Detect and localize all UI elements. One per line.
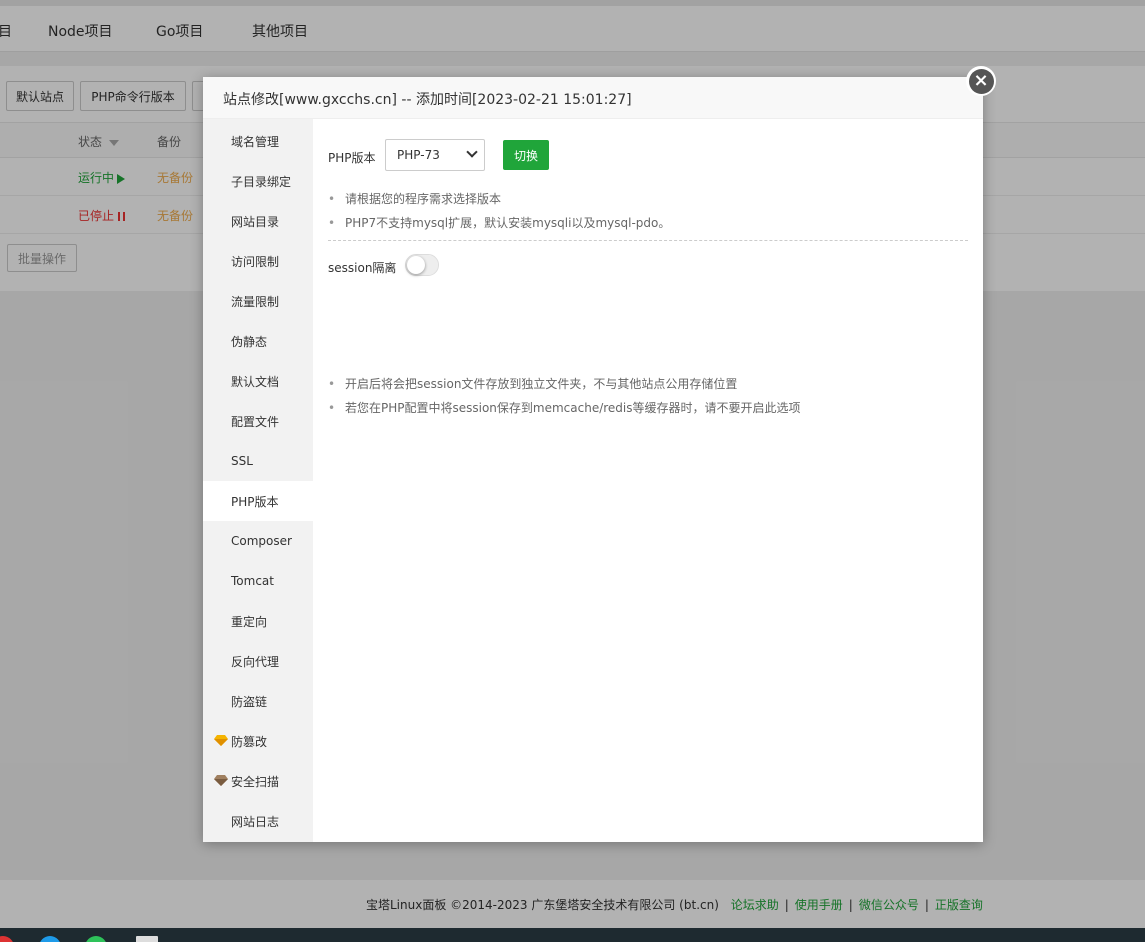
sidebar-item-label: 网站日志 [231, 814, 280, 829]
sidebar-item-label: 域名管理 [231, 134, 280, 149]
php-tips: 请根据您的程序需求选择版本 PHP7不支持mysql扩展，默认安装mysqli以… [328, 187, 670, 235]
sidebar-item-label: 配置文件 [231, 414, 280, 429]
chat-icon[interactable] [85, 936, 107, 942]
session-isolation-toggle[interactable] [405, 254, 439, 276]
sidebar-item-access-limit[interactable]: 访问限制 [203, 241, 313, 281]
sidebar-item-label: Tomcat [231, 574, 274, 588]
divider [328, 240, 968, 241]
sidebar-item-label: PHP版本 [231, 494, 279, 509]
session-tips: 开启后将会把session文件存放到独立文件夹，不与其他站点公用存储位置 若您在… [328, 372, 801, 420]
sidebar-item-label: 防篡改 [231, 734, 268, 749]
sidebar-item-label: 访问限制 [231, 254, 280, 269]
sidebar-item-security-scan[interactable]: 安全扫描 [203, 761, 313, 801]
app-icon[interactable] [0, 936, 14, 942]
php-version-value: PHP-73 [397, 148, 440, 162]
sidebar-item-label: 流量限制 [231, 294, 280, 309]
sidebar-item-redirect[interactable]: 重定向 [203, 601, 313, 641]
sidebar-item-label: 防盗链 [231, 694, 268, 709]
sidebar-item-label: 默认文档 [231, 374, 280, 389]
sidebar-item-label: 子目录绑定 [231, 174, 292, 189]
sidebar-item-ssl[interactable]: SSL [203, 441, 313, 481]
sidebar-item-php-version[interactable]: PHP版本 [203, 481, 313, 521]
bronze-gem-icon [214, 775, 228, 786]
modal-sidebar: 域名管理 子目录绑定 网站目录 访问限制 流量限制 伪静态 默认文档 配置文件 … [203, 119, 313, 842]
php-version-select[interactable]: PHP-73 [385, 139, 485, 171]
sidebar-item-rewrite[interactable]: 伪静态 [203, 321, 313, 361]
tip-item: 开启后将会把session文件存放到独立文件夹，不与其他站点公用存储位置 [328, 372, 801, 396]
sidebar-item-subdir[interactable]: 子目录绑定 [203, 161, 313, 201]
sidebar-item-config[interactable]: 配置文件 [203, 401, 313, 441]
browser-icon[interactable] [39, 936, 61, 942]
php-version-label: PHP版本 [328, 151, 376, 165]
sidebar-item-default-doc[interactable]: 默认文档 [203, 361, 313, 401]
tip-item: 请根据您的程序需求选择版本 [328, 187, 670, 211]
sidebar-item-label: SSL [231, 454, 253, 468]
sidebar-item-composer[interactable]: Composer [203, 521, 313, 561]
modal-title: 站点修改[www.gxcchs.cn] -- 添加时间[2023-02-21 1… [223, 92, 632, 108]
chevron-down-icon [466, 146, 478, 158]
tip-item: 若您在PHP配置中将session保存到memcache/redis等缓存器时，… [328, 396, 801, 420]
sidebar-item-label: 安全扫描 [231, 774, 280, 789]
notepad-icon[interactable] [136, 936, 158, 942]
sidebar-item-site-log[interactable]: 网站日志 [203, 801, 313, 841]
modal-header: 站点修改[www.gxcchs.cn] -- 添加时间[2023-02-21 1… [203, 77, 983, 119]
sidebar-item-label: 反向代理 [231, 654, 280, 669]
sidebar-item-label: Composer [231, 534, 292, 548]
sidebar-item-site-dir[interactable]: 网站目录 [203, 201, 313, 241]
sidebar-item-label: 网站目录 [231, 214, 280, 229]
sidebar-item-tomcat[interactable]: Tomcat [203, 561, 313, 601]
modal-main: PHP版本 PHP-73 切换 请根据您的程序需求选择版本 PHP7不支持mys… [313, 119, 983, 842]
sidebar-item-traffic-limit[interactable]: 流量限制 [203, 281, 313, 321]
toggle-knob [407, 256, 425, 274]
sidebar-item-tamper-proof[interactable]: 防篡改 [203, 721, 313, 761]
sidebar-item-label: 重定向 [231, 614, 268, 629]
tip-item: PHP7不支持mysql扩展，默认安装mysqli以及mysql-pdo。 [328, 211, 670, 235]
session-isolation-label: session隔离 [328, 261, 397, 275]
close-button[interactable]: × [966, 66, 996, 96]
close-icon: × [968, 68, 994, 94]
sidebar-item-hotlink[interactable]: 防盗链 [203, 681, 313, 721]
switch-button[interactable]: 切换 [503, 140, 549, 170]
sidebar-item-domain[interactable]: 域名管理 [203, 121, 313, 161]
gold-gem-icon [214, 735, 228, 746]
taskbar [0, 928, 1145, 942]
sidebar-item-reverse-proxy[interactable]: 反向代理 [203, 641, 313, 681]
site-edit-modal: 站点修改[www.gxcchs.cn] -- 添加时间[2023-02-21 1… [203, 77, 983, 842]
sidebar-item-label: 伪静态 [231, 334, 268, 349]
